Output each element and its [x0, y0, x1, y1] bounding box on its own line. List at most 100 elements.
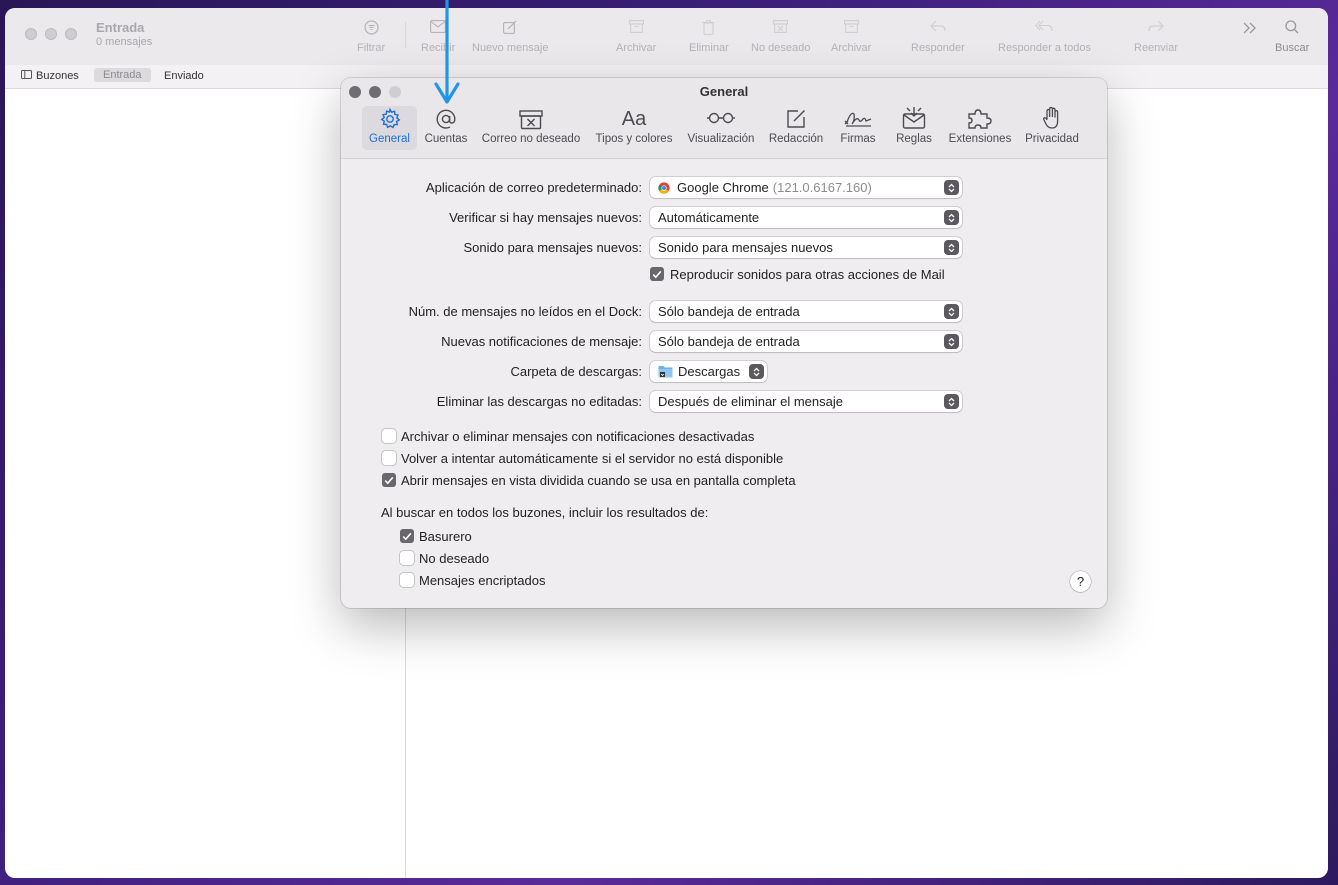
zoom-button[interactable] [65, 28, 77, 40]
include-trash-checkbox[interactable] [400, 529, 414, 543]
tab-rules-label: Reglas [896, 133, 932, 145]
archive-button-2[interactable]: Archivar [831, 20, 871, 54]
chevron-updown-icon [749, 364, 764, 379]
chevron-updown-icon [944, 394, 959, 409]
check-new-mail-select[interactable]: Automáticamente [650, 207, 962, 228]
default-mail-app-value: Google Chrome [677, 180, 769, 195]
overflow-button[interactable] [1243, 22, 1257, 38]
forward-icon [1148, 20, 1164, 36]
chevron-updown-icon [944, 304, 959, 319]
default-mail-app-select[interactable]: Google Chrome (121.0.6167.160) [650, 177, 962, 198]
reply-all-button[interactable]: Responder a todos [998, 20, 1091, 54]
font-aa-icon: Aa [621, 108, 647, 130]
checkmark-icon [384, 476, 394, 484]
at-icon [436, 109, 456, 129]
tab-viewing[interactable]: Visualización [684, 106, 758, 150]
check-new-mail-label: Verificar si hay mensajes nuevos: [449, 210, 642, 225]
forward-label: Reenviar [1134, 42, 1179, 54]
search-button[interactable]: Buscar [1275, 20, 1309, 54]
chevron-updown-icon [944, 334, 959, 349]
split-view-checkbox[interactable] [382, 473, 396, 487]
remove-downloads-value: Después de eliminar el mensaje [658, 394, 843, 409]
junk-button[interactable]: No deseado [751, 20, 810, 54]
tab-composing[interactable]: Redacción [765, 106, 827, 150]
mailbox-title: Entrada 0 mensajes [96, 20, 152, 48]
tab-extensions-label: Extensiones [948, 133, 1012, 145]
include-encrypted-checkbox[interactable] [400, 573, 414, 587]
trash-icon [702, 20, 715, 36]
tab-signatures[interactable]: Firmas [836, 106, 880, 150]
toolbar-divider [405, 22, 406, 48]
tab-fonts-colors[interactable]: Aa Tipos y colores [592, 106, 676, 150]
dock-unread-select[interactable]: Sólo bandeja de entrada [650, 301, 962, 322]
search-icon [1285, 20, 1299, 36]
new-mail-sound-value: Sonido para mensajes nuevos [658, 240, 833, 255]
tab-fonts-colors-label: Tipos y colores [595, 133, 673, 145]
include-trash-label: Basurero [419, 529, 472, 544]
message-count: 0 mensajes [96, 36, 153, 48]
tab-accounts[interactable]: Cuentas [423, 106, 469, 150]
include-encrypted-label: Mensajes encriptados [419, 573, 546, 588]
include-junk-checkbox[interactable] [400, 551, 414, 565]
downloads-folder-value: Descargas [678, 364, 741, 379]
archive-muted-checkbox[interactable] [382, 429, 396, 443]
rules-envelope-icon [902, 107, 926, 129]
mailboxes-button[interactable]: Buzones [21, 70, 79, 82]
notifications-label: Nuevas notificaciones de mensaje: [441, 334, 642, 349]
compose-icon [503, 20, 517, 36]
tab-privacy[interactable]: Privacidad [1022, 106, 1082, 150]
compose-button[interactable]: Nuevo mensaje [472, 20, 548, 54]
annotation-arrow-icon [434, 0, 460, 104]
remove-downloads-select[interactable]: Después de eliminar el mensaje [650, 391, 962, 412]
dock-unread-label: Núm. de mensajes no leídos en el Dock: [408, 304, 642, 319]
new-mail-sound-select[interactable]: Sonido para mensajes nuevos [650, 237, 962, 258]
forward-button[interactable]: Reenviar [1134, 20, 1178, 54]
mailbox-name: Entrada [96, 20, 145, 35]
compose-icon [787, 110, 805, 128]
folder-icon [658, 366, 673, 378]
mail-toolbar: Entrada 0 mensajes Filtrar Recibir Nuevo… [5, 8, 1328, 65]
filter-icon [363, 20, 379, 36]
tab-extensions[interactable]: Extensiones [947, 106, 1013, 150]
sidebar-icon [21, 70, 32, 82]
notifications-select[interactable]: Sólo bandeja de entrada [650, 331, 962, 352]
tab-general-label: General [369, 133, 410, 145]
archive-button[interactable]: Archivar [616, 20, 656, 54]
compose-label: Nuevo mensaje [472, 42, 549, 54]
favorite-inbox[interactable]: Entrada [94, 68, 151, 82]
chrome-icon [658, 181, 670, 194]
delete-label: Eliminar [689, 42, 729, 54]
checkmark-icon [402, 532, 412, 540]
reply-label: Responder [911, 42, 965, 54]
mailboxes-label: Buzones [36, 70, 79, 82]
archive-icon [843, 20, 859, 36]
tab-signatures-label: Firmas [840, 133, 876, 145]
notifications-value: Sólo bandeja de entrada [658, 334, 800, 349]
include-junk-label: No deseado [419, 551, 490, 566]
play-sounds-checkbox[interactable] [650, 267, 664, 281]
archive-icon [628, 20, 644, 36]
new-mail-sound-label: Sonido para mensajes nuevos: [463, 240, 642, 255]
tab-rules[interactable]: Reglas [891, 106, 937, 150]
reply-all-icon [1035, 20, 1054, 36]
tab-junk-mail-label: Correo no deseado [481, 133, 581, 145]
delete-button[interactable]: Eliminar [689, 20, 729, 54]
downloads-folder-select[interactable]: Descargas [650, 361, 767, 382]
glasses-icon [707, 112, 735, 124]
favorite-inbox-label: Entrada [103, 69, 142, 81]
checkmark-icon [652, 270, 662, 278]
tab-composing-label: Redacción [768, 133, 824, 145]
filter-button[interactable]: Filtrar [357, 20, 385, 54]
chevron-double-right-icon [1243, 22, 1257, 38]
minimize-button[interactable] [45, 28, 57, 40]
auto-retry-checkbox[interactable] [382, 451, 396, 465]
tab-viewing-label: Visualización [687, 133, 755, 145]
favorite-sent[interactable]: Enviado [164, 70, 204, 82]
close-button[interactable] [25, 28, 37, 40]
tab-general[interactable]: General [362, 106, 417, 150]
reply-button[interactable]: Responder [911, 20, 965, 54]
help-button[interactable]: ? [1070, 571, 1091, 592]
tab-junk-mail[interactable]: Correo no deseado [478, 106, 584, 150]
default-mail-app-version: (121.0.6167.160) [772, 180, 872, 195]
puzzle-icon [968, 109, 992, 129]
